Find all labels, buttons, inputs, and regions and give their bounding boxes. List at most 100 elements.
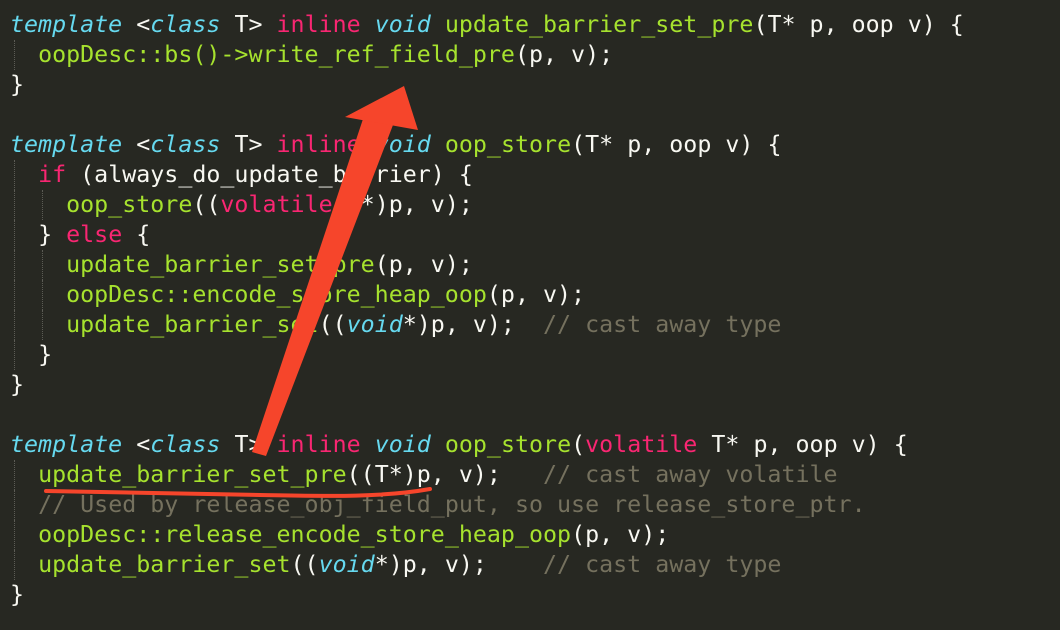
keyword-void: void — [374, 131, 431, 158]
keyword-class: class — [150, 131, 221, 158]
code-token: (p, v); — [571, 521, 670, 548]
code-token: < — [122, 11, 151, 38]
code-line: oopDesc::release_encode_store_heap_oop(p… — [0, 520, 1060, 550]
function-name: update_barrier_set_pre — [38, 461, 347, 488]
code-token: T*)p, v); — [332, 191, 473, 218]
function-name: write_ref_field_pre — [248, 41, 515, 68]
keyword-void: void — [346, 311, 403, 338]
function-name: oopDesc::encode_store_heap_oop — [66, 281, 487, 308]
keyword-inline: inline — [276, 11, 361, 38]
code-line: } — [0, 370, 1060, 400]
keyword-if: if — [38, 161, 67, 188]
keyword-void: void — [318, 551, 375, 578]
keyword-void: void — [374, 431, 431, 458]
code-comment: // cast away type — [543, 551, 782, 578]
code-line: } — [0, 340, 1060, 370]
indent-guide — [14, 340, 15, 370]
indent-guide — [42, 280, 43, 310]
keyword-inline: inline — [276, 431, 361, 458]
indent-guide — [14, 310, 15, 340]
indent-guide — [42, 310, 43, 340]
code-token: } — [10, 71, 25, 98]
code-comment: // cast away type — [543, 311, 782, 338]
code-token: (always_do_update_barrier) { — [66, 161, 473, 188]
code-token: } — [10, 581, 25, 608]
code-line: template <class T> inline void update_ba… — [0, 10, 1060, 40]
keyword-else: else — [66, 221, 123, 248]
keyword-volatile: volatile — [585, 431, 698, 458]
function-name: update_barrier_set_pre — [66, 251, 375, 278]
code-token: *)p, v); — [374, 551, 544, 578]
indent-guide — [14, 40, 15, 70]
indent-guide — [42, 250, 43, 280]
code-token: (( — [290, 551, 319, 578]
keyword-void: void — [374, 11, 431, 38]
keyword-class: class — [150, 11, 221, 38]
code-token: } — [38, 341, 53, 368]
code-token: (p, v); — [486, 281, 586, 308]
indent-guide — [14, 520, 15, 550]
keyword-template: template — [10, 431, 123, 458]
code-line: template <class T> inline void oop_store… — [0, 130, 1060, 160]
keyword-class: class — [150, 431, 221, 458]
code-token: (( — [192, 191, 221, 218]
code-token: < — [122, 431, 151, 458]
indent-guide — [14, 280, 15, 310]
keyword-volatile: volatile — [220, 191, 333, 218]
code-line: update_barrier_set((void*)p, v); // cast… — [0, 550, 1060, 580]
indent-guide — [14, 190, 15, 220]
function-name: oop_store — [66, 191, 193, 218]
code-token: (T* p, oop v) { — [571, 131, 782, 158]
indent-guide — [14, 160, 15, 190]
code-token: (p, v); — [374, 251, 473, 278]
code-token: ((T*)p, v); — [346, 461, 544, 488]
code-line: update_barrier_set_pre(p, v); — [0, 250, 1060, 280]
function-name: oop_store — [444, 431, 572, 458]
code-token: T> — [220, 131, 277, 158]
indent-guide — [14, 250, 15, 280]
code-token: (( — [318, 311, 347, 338]
code-line: } — [0, 70, 1060, 100]
indent-guide — [14, 220, 15, 250]
code-token: T* p, oop v) { — [697, 431, 908, 458]
code-token: oopDesc::bs()-> — [38, 41, 249, 68]
function-name: oop_store — [444, 131, 572, 158]
code-line: // Used by release_obj_field_put, so use… — [0, 490, 1060, 520]
keyword-template: template — [10, 131, 123, 158]
indent-guide — [14, 460, 15, 490]
keyword-inline: inline — [276, 131, 361, 158]
code-line: } — [0, 580, 1060, 610]
code-token: T> — [220, 11, 277, 38]
code-token: ( — [571, 431, 586, 458]
indent-guide — [42, 190, 43, 220]
function-name: update_barrier_set — [38, 551, 291, 578]
code-token: (T* p, oop v) { — [753, 11, 964, 38]
code-token: < — [122, 131, 151, 158]
indent-guide — [14, 490, 15, 520]
code-line: template <class T> inline void oop_store… — [0, 430, 1060, 460]
code-line: oopDesc::encode_store_heap_oop(p, v); — [0, 280, 1060, 310]
code-comment: // Used by release_obj_field_put, so use… — [38, 491, 866, 518]
code-line: oop_store((volatile T*)p, v); — [0, 190, 1060, 220]
code-token: T> — [220, 431, 277, 458]
code-line: } else { — [0, 220, 1060, 250]
code-line: oopDesc::bs()->write_ref_field_pre(p, v)… — [0, 40, 1060, 70]
function-name: update_barrier_set — [66, 311, 319, 338]
function-name: oopDesc::release_encode_store_heap_oop — [38, 521, 572, 548]
code-token: } — [10, 371, 25, 398]
code-token: (p, v); — [514, 41, 614, 68]
keyword-template: template — [10, 11, 123, 38]
indent-guide — [14, 550, 15, 580]
code-line: update_barrier_set((void*)p, v); // cast… — [0, 310, 1060, 340]
code-token: { — [122, 221, 151, 248]
function-name: update_barrier_set_pre — [444, 11, 754, 38]
code-editor[interactable]: template <class T> inline void update_ba… — [0, 0, 1060, 630]
